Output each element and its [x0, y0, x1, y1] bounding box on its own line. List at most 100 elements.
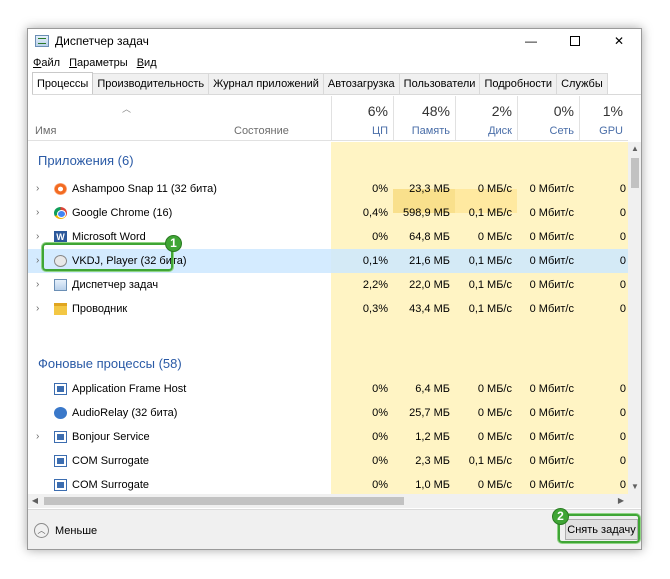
process-name: Ashampoo Snap 11 (32 бита) [72, 183, 217, 195]
table-row[interactable]: › Google Chrome (16) 0,4% 598,9 МБ 0,1 МБ/с 0… [28, 201, 628, 225]
table-row[interactable]: Application Frame Host 0% 6,4 МБ 0 МБ/с 0 Мб… [28, 377, 628, 401]
expand-chevron-icon[interactable]: › [36, 303, 39, 314]
window-title: Диспетчер задач [55, 34, 149, 48]
section-apps[interactable]: Приложения (6) [28, 148, 628, 172]
disk-value: 0 МБ/с [477, 183, 512, 195]
horizontal-scrollbar[interactable]: ◀ ▶ [28, 494, 628, 508]
snap-icon [54, 183, 67, 195]
scroll-down-icon[interactable]: ▼ [628, 480, 641, 494]
disk-value: 0 МБ/с [477, 407, 512, 419]
cpu-value: 2,2% [362, 279, 388, 291]
fewer-details-label: Меньше [55, 524, 98, 537]
memory-total: 48% [421, 103, 450, 119]
fewer-details-button[interactable]: ︿ Меньше [34, 523, 97, 538]
table-row[interactable]: COM Surrogate 0% 1,0 МБ 0 МБ/с 0 Мбит/с 0 [28, 473, 628, 494]
expand-chevron-icon[interactable]: › [36, 255, 39, 266]
highlight-selected-process [42, 243, 173, 271]
memory-label: Память [411, 125, 450, 137]
chevron-up-icon: ︿ [34, 523, 49, 538]
tab-startup[interactable]: Автозагрузка [322, 73, 400, 94]
memory-value: 23,3 МБ [409, 183, 450, 195]
vertical-scroll-thumb[interactable] [631, 158, 639, 188]
tab-performance[interactable]: Производительность [92, 73, 210, 94]
column-cpu[interactable]: 6% ЦП [331, 96, 393, 141]
bonjour-icon [54, 431, 67, 443]
maximize-button[interactable] [553, 29, 597, 53]
gpu-value: 0 [619, 279, 626, 291]
network-value: 0 Мбит/с [529, 455, 574, 467]
audiorelay-icon [54, 407, 67, 419]
scroll-up-icon[interactable]: ▲ [628, 142, 641, 156]
cpu-value: 0% [372, 231, 388, 243]
close-button[interactable]: ✕ [597, 29, 641, 53]
footer-bar: ︿ Меньше Снять задачу [28, 509, 641, 549]
gpu-value: 0 [619, 383, 626, 395]
expand-chevron-icon[interactable]: › [36, 231, 39, 242]
column-name[interactable]: Имя [35, 125, 56, 137]
frame-host-icon [54, 383, 67, 395]
com-surrogate-icon [54, 455, 67, 467]
tab-details[interactable]: Подробности [479, 73, 558, 94]
gpu-label: GPU [599, 125, 623, 137]
task-manager-icon [35, 35, 49, 47]
memory-value: 21,6 МБ [409, 255, 450, 267]
memory-value: 6,4 МБ [415, 383, 450, 395]
table-row[interactable]: › Проводник 0,3% 43,4 МБ 0,1 МБ/с 0 Мбит/с 0 [28, 297, 628, 321]
disk-value: 0,1 МБ/с [468, 303, 512, 315]
task-manager-window: Диспетчер задач — ✕ Файл Параметры Вид П… [27, 28, 642, 550]
tab-app-history[interactable]: Журнал приложений [208, 73, 324, 94]
tab-processes[interactable]: Процессы [32, 72, 94, 94]
table-row[interactable]: › Bonjour Service 0% 1,2 МБ 0 МБ/с 0 Мбит/с 0 [28, 425, 628, 449]
minimize-button[interactable]: — [509, 29, 553, 53]
network-value: 0 Мбит/с [529, 431, 574, 443]
expand-chevron-icon[interactable]: › [36, 431, 39, 442]
column-gpu[interactable]: 1% GPU [579, 96, 628, 141]
table-row[interactable]: › Ashampoo Snap 11 (32 бита) 0% 23,3 МБ 0 МБ… [28, 177, 628, 201]
tab-bar: Процессы Производительность Журнал прило… [32, 72, 641, 95]
expand-chevron-icon[interactable]: › [36, 207, 39, 218]
vertical-scrollbar[interactable]: ▲ ▼ [628, 142, 641, 494]
process-name: AudioRelay (32 бита) [72, 407, 178, 419]
network-value: 0 Мбит/с [529, 407, 574, 419]
column-memory[interactable]: 48% Память [393, 96, 455, 141]
tab-users[interactable]: Пользователи [398, 73, 481, 94]
process-table: Приложения (6) › Ashampoo Snap 11 (32 бит… [28, 142, 628, 494]
network-value: 0 Мбит/с [529, 183, 574, 195]
memory-value: 64,8 МБ [409, 231, 450, 243]
expand-chevron-icon[interactable]: › [36, 183, 39, 194]
process-name: Bonjour Service [72, 431, 150, 443]
cpu-value: 0% [372, 479, 388, 491]
column-status[interactable]: Состояние [234, 125, 289, 137]
gpu-value: 0 [619, 183, 626, 195]
menu-options[interactable]: Параметры [69, 57, 128, 69]
cpu-value: 0% [372, 183, 388, 195]
process-name: COM Surrogate [72, 455, 150, 467]
expand-chevron-icon[interactable]: › [36, 279, 39, 290]
gpu-value: 0 [619, 303, 626, 315]
title-bar[interactable]: Диспетчер задач — ✕ [28, 29, 641, 53]
annotation-badge-1: 1 [165, 235, 182, 252]
network-value: 0 Мбит/с [529, 207, 574, 219]
process-name: Microsoft Word [72, 231, 146, 243]
horizontal-scroll-thumb[interactable] [44, 497, 404, 505]
network-value: 0 Мбит/с [529, 231, 574, 243]
menu-view[interactable]: Вид [137, 57, 157, 69]
cpu-value: 0% [372, 431, 388, 443]
scroll-right-icon[interactable]: ▶ [614, 494, 628, 508]
column-network[interactable]: 0% Сеть [517, 96, 579, 141]
tab-services[interactable]: Службы [556, 73, 608, 94]
column-disk[interactable]: 2% Диск [455, 96, 517, 141]
menu-file[interactable]: Файл [33, 57, 60, 69]
table-row[interactable]: AudioRelay (32 бита) 0% 25,7 МБ 0 МБ/с 0 Мби… [28, 401, 628, 425]
process-name: Диспетчер задач [72, 279, 159, 291]
section-background[interactable]: Фоновые процессы (58) [28, 351, 628, 375]
network-value: 0 Мбит/с [529, 383, 574, 395]
scroll-left-icon[interactable]: ◀ [28, 494, 42, 508]
network-total: 0% [553, 103, 574, 119]
table-row[interactable]: › Диспетчер задач 2,2% 22,0 МБ 0,1 МБ/с 0 Мби… [28, 273, 628, 297]
table-row[interactable]: COM Surrogate 0% 2,3 МБ 0,1 МБ/с 0 Мбит/с 0 [28, 449, 628, 473]
gpu-total: 1% [602, 103, 623, 119]
gpu-value: 0 [619, 455, 626, 467]
maximize-icon [570, 36, 580, 46]
highlight-end-task [558, 514, 640, 543]
